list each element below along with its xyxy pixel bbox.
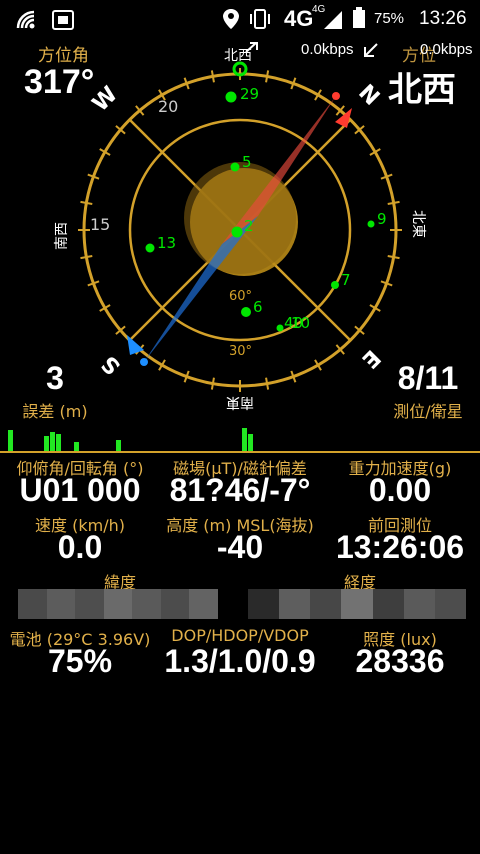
elevation-label-60: 60° bbox=[229, 289, 252, 304]
obscured-cell bbox=[341, 589, 373, 619]
lux-value: 28336 bbox=[355, 643, 445, 679]
cardinal-e: E bbox=[356, 344, 384, 372]
satellite-5: 5 bbox=[230, 153, 252, 172]
altitude-value: -40 bbox=[216, 529, 264, 565]
speed-value: 0.0 bbox=[57, 529, 103, 565]
svg-text:5: 5 bbox=[242, 153, 252, 171]
satellite-7: 7 bbox=[331, 271, 351, 289]
obscured-cell bbox=[160, 589, 190, 619]
north-pole-dot bbox=[332, 92, 340, 100]
obscured-cell bbox=[46, 589, 76, 619]
obscured-cell bbox=[103, 589, 133, 619]
signal-bar bbox=[56, 434, 61, 452]
cardinal-s: S bbox=[97, 350, 126, 379]
elevation-label-30: 30° bbox=[229, 344, 252, 359]
obscured-cell bbox=[18, 589, 47, 619]
accuracy-value: 3 bbox=[46, 360, 64, 396]
gravity-value: 0.00 bbox=[368, 472, 432, 508]
obscured-cell bbox=[132, 589, 161, 619]
svg-text:2: 2 bbox=[244, 217, 254, 235]
south-pole-dot bbox=[140, 358, 148, 366]
pitch-value: U01 000 bbox=[19, 472, 141, 508]
obscured-cell bbox=[372, 589, 404, 619]
satellite-29: 29 bbox=[225, 85, 259, 103]
svg-text:10: 10 bbox=[291, 314, 310, 332]
cardinal-n: N bbox=[353, 80, 384, 111]
signal-bar bbox=[50, 432, 55, 452]
ring-label-west: 南西 bbox=[54, 222, 70, 250]
ring-label-south: 南東 bbox=[226, 394, 254, 410]
obscured-cell bbox=[248, 589, 280, 619]
svg-text:9: 9 bbox=[377, 210, 387, 228]
signal-baseline bbox=[0, 451, 480, 453]
obscured-cell bbox=[434, 589, 466, 619]
longitude-obscured bbox=[248, 589, 466, 619]
obscured-cell bbox=[189, 589, 218, 619]
svg-text:7: 7 bbox=[341, 271, 351, 289]
satellite-10: 10 bbox=[291, 314, 310, 332]
cardinal-w: W bbox=[88, 82, 123, 117]
signal-bar bbox=[8, 430, 13, 452]
signal-strength-bars bbox=[0, 420, 480, 454]
satellite-13: 13 bbox=[145, 234, 176, 253]
ring-label-east: 北東 bbox=[410, 210, 426, 238]
last-fix-value: 13:26:06 bbox=[335, 529, 465, 565]
satellite-9: 9 bbox=[367, 210, 387, 228]
obscured-cell bbox=[403, 589, 435, 619]
signal-bar bbox=[44, 436, 49, 452]
latitude-obscured bbox=[18, 589, 218, 619]
svg-text:13: 13 bbox=[157, 234, 176, 252]
elevation-label-20: 20 bbox=[158, 97, 178, 116]
svg-text:6: 6 bbox=[253, 298, 263, 316]
signal-bar bbox=[242, 428, 247, 452]
dop-value: 1.3/1.0/0.9 bbox=[164, 643, 316, 679]
north-arrowhead bbox=[335, 108, 352, 128]
magnetic-value: 81?46/-7° bbox=[169, 472, 311, 508]
svg-text:29: 29 bbox=[240, 85, 259, 103]
obscured-cell bbox=[75, 589, 104, 619]
accuracy-label: 誤差 (m) bbox=[22, 402, 88, 421]
signal-bar bbox=[248, 434, 253, 452]
elevation-label-15: 15 bbox=[90, 215, 110, 234]
battery-value: 75% bbox=[47, 643, 113, 679]
fix-value: 8/11 bbox=[397, 360, 459, 396]
fix-label: 測位/衛星 bbox=[393, 402, 463, 421]
obscured-cell bbox=[310, 589, 342, 619]
obscured-cell bbox=[279, 589, 311, 619]
